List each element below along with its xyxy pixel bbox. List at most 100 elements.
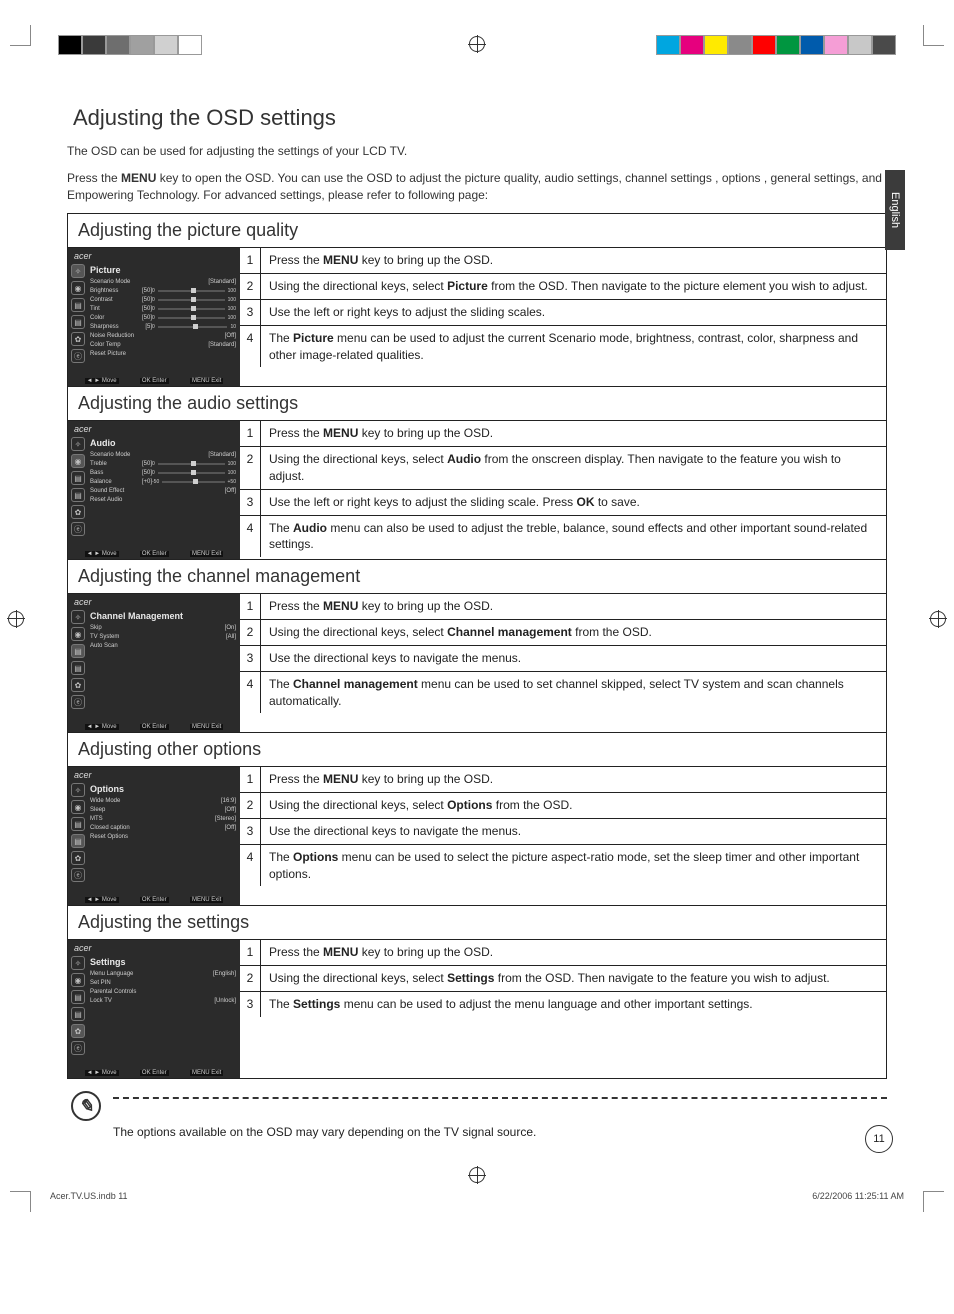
steps-list: 1Press the MENU key to bring up the OSD.… <box>240 594 886 732</box>
registration-mark-icon <box>8 611 24 627</box>
crop-mark-icon <box>923 1191 944 1212</box>
page-title: Adjusting the OSD settings <box>73 105 887 131</box>
page-body: English Adjusting the OSD settings The O… <box>67 60 887 1159</box>
printable-area: English Adjusting the OSD settings The O… <box>0 0 954 1237</box>
step-number: 2 <box>240 793 261 818</box>
section-title: Adjusting the audio settings <box>68 386 886 420</box>
step-row: 1Press the MENU key to bring up the OSD. <box>240 594 886 619</box>
registration-mark-icon <box>469 1167 485 1183</box>
step-row: 3Use the directional keys to navigate th… <box>240 645 886 671</box>
step-number: 2 <box>240 966 261 991</box>
intro-text-1: The OSD can be used for adjusting the se… <box>67 143 887 160</box>
step-row: 2Using the directional keys, select Sett… <box>240 965 886 991</box>
step-text: The Picture menu can be used to adjust t… <box>261 326 886 368</box>
step-row: 1Press the MENU key to bring up the OSD. <box>240 767 886 792</box>
footnote-text: The options available on the OSD may var… <box>113 1125 887 1139</box>
step-row: 1Press the MENU key to bring up the OSD. <box>240 248 886 273</box>
steps-list: 1Press the MENU key to bring up the OSD.… <box>240 421 886 559</box>
registration-mark-icon <box>469 36 485 52</box>
step-row: 2Using the directional keys, select Pict… <box>240 273 886 299</box>
sections-container: Adjusting the picture qualityacerPicture… <box>67 213 887 1079</box>
step-number: 3 <box>240 646 261 671</box>
osd-screenshot: acerPicture✧◉▤▤✿ⓔScenario Mode[Standard]… <box>68 248 240 386</box>
section-title: Adjusting the channel management <box>68 559 886 593</box>
step-text: Press the MENU key to bring up the OSD. <box>261 940 886 965</box>
crop-mark-icon <box>10 25 31 46</box>
section-title: Adjusting the picture quality <box>68 214 886 247</box>
step-row: 4The Channel management menu can be used… <box>240 671 886 714</box>
section-title: Adjusting the settings <box>68 905 886 939</box>
step-row: 2Using the directional keys, select Audi… <box>240 446 886 489</box>
step-text: The Channel management menu can be used … <box>261 672 886 714</box>
section-row: acerChannel Management✧◉▤▤✿ⓔSkip[On]TV S… <box>68 593 886 732</box>
step-text: Use the left or right keys to adjust the… <box>261 300 886 325</box>
step-row: 3Use the left or right keys to adjust th… <box>240 299 886 325</box>
step-text: The Audio menu can also be used to adjus… <box>261 516 886 558</box>
step-number: 2 <box>240 620 261 645</box>
step-number: 3 <box>240 300 261 325</box>
step-number: 3 <box>240 819 261 844</box>
footer-timestamp: 6/22/2006 11:25:11 AM <box>812 1191 904 1201</box>
step-row: 4The Options menu can be used to select … <box>240 844 886 887</box>
crop-mark-icon <box>10 1191 31 1212</box>
osd-screenshot: acerSettings✧◉▤▤✿ⓔMenu Language[English]… <box>68 940 240 1078</box>
top-registration-bar <box>0 30 954 60</box>
step-text: Using the directional keys, select Chann… <box>261 620 886 645</box>
step-text: Press the MENU key to bring up the OSD. <box>261 248 886 273</box>
section-title: Adjusting other options <box>68 732 886 766</box>
step-number: 1 <box>240 248 261 273</box>
step-row: 4The Audio menu can also be used to adju… <box>240 515 886 558</box>
section-row: acerPicture✧◉▤▤✿ⓔScenario Mode[Standard]… <box>68 247 886 386</box>
step-number: 4 <box>240 845 261 887</box>
step-number: 4 <box>240 672 261 714</box>
step-row: 2Using the directional keys, select Chan… <box>240 619 886 645</box>
intro-text-2: Press the MENU key to open the OSD. You … <box>67 170 887 204</box>
step-number: 4 <box>240 326 261 368</box>
step-row: 1Press the MENU key to bring up the OSD. <box>240 421 886 446</box>
step-text: The Options menu can be used to select t… <box>261 845 886 887</box>
step-number: 3 <box>240 490 261 515</box>
footer-file: Acer.TV.US.indb 11 <box>50 1191 128 1201</box>
crop-mark-icon <box>923 25 944 46</box>
step-text: Press the MENU key to bring up the OSD. <box>261 594 886 619</box>
step-row: 1Press the MENU key to bring up the OSD. <box>240 940 886 965</box>
step-number: 3 <box>240 992 261 1017</box>
registration-mark-icon <box>930 611 946 627</box>
osd-screenshot: acerOptions✧◉▤▤✿ⓔWide Mode[16:9]Sleep[Of… <box>68 767 240 905</box>
step-text: Press the MENU key to bring up the OSD. <box>261 767 886 792</box>
language-tab: English <box>885 170 905 250</box>
footnote-row: ✎ <box>67 1091 887 1121</box>
step-text: Using the directional keys, select Audio… <box>261 447 886 489</box>
printer-footer: Acer.TV.US.indb 11 6/22/2006 11:25:11 AM <box>0 1189 954 1207</box>
step-number: 1 <box>240 594 261 619</box>
step-text: The Settings menu can be used to adjust … <box>261 992 886 1017</box>
steps-list: 1Press the MENU key to bring up the OSD.… <box>240 940 886 1078</box>
step-text: Press the MENU key to bring up the OSD. <box>261 421 886 446</box>
step-number: 1 <box>240 940 261 965</box>
step-text: Use the left or right keys to adjust the… <box>261 490 886 515</box>
step-text: Using the directional keys, select Pictu… <box>261 274 886 299</box>
step-text: Using the directional keys, select Setti… <box>261 966 886 991</box>
steps-list: 1Press the MENU key to bring up the OSD.… <box>240 248 886 386</box>
step-row: 3Use the directional keys to navigate th… <box>240 818 886 844</box>
step-text: Use the directional keys to navigate the… <box>261 819 886 844</box>
section-row: acerOptions✧◉▤▤✿ⓔWide Mode[16:9]Sleep[Of… <box>68 766 886 905</box>
osd-screenshot: acerChannel Management✧◉▤▤✿ⓔSkip[On]TV S… <box>68 594 240 732</box>
step-number: 2 <box>240 447 261 489</box>
step-row: 4The Picture menu can be used to adjust … <box>240 325 886 368</box>
dashed-divider <box>113 1097 887 1099</box>
step-number: 4 <box>240 516 261 558</box>
bottom-registration-bar <box>0 1159 954 1189</box>
page-number: 11 <box>865 1125 893 1153</box>
step-row: 3Use the left or right keys to adjust th… <box>240 489 886 515</box>
step-number: 1 <box>240 421 261 446</box>
step-row: 3The Settings menu can be used to adjust… <box>240 991 886 1017</box>
step-text: Use the directional keys to navigate the… <box>261 646 886 671</box>
section-row: acerSettings✧◉▤▤✿ⓔMenu Language[English]… <box>68 939 886 1078</box>
osd-screenshot: acerAudio✧◉▤▤✿ⓔScenario Mode[Standard]Tr… <box>68 421 240 559</box>
step-row: 2Using the directional keys, select Opti… <box>240 792 886 818</box>
step-number: 2 <box>240 274 261 299</box>
section-row: acerAudio✧◉▤▤✿ⓔScenario Mode[Standard]Tr… <box>68 420 886 559</box>
step-text: Using the directional keys, select Optio… <box>261 793 886 818</box>
step-number: 1 <box>240 767 261 792</box>
